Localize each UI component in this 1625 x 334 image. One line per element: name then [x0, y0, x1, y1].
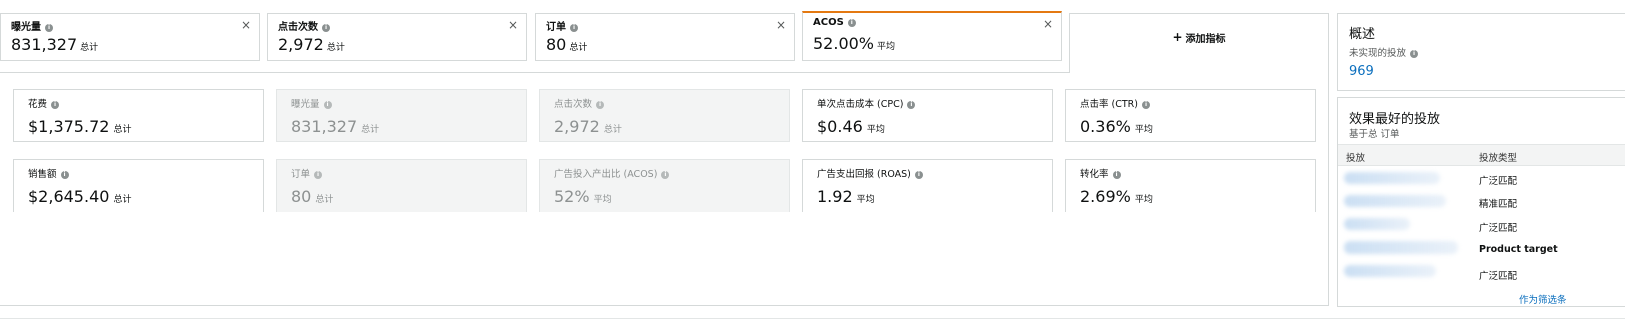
- info-icon[interactable]: i: [322, 24, 330, 32]
- info-icon[interactable]: i: [914, 171, 923, 179]
- card-orders[interactable]: 订单 i 80 总计: [276, 159, 527, 212]
- card-label: 转化率 i: [1080, 166, 1121, 180]
- plus-icon: +: [1172, 30, 1183, 44]
- info-icon[interactable]: i: [1141, 101, 1150, 109]
- table-row: 广泛匹配: [1479, 176, 1518, 187]
- redacted-target: [1344, 241, 1458, 254]
- unrealized-targets-count[interactable]: 969: [1349, 64, 1374, 79]
- info-icon[interactable]: i: [51, 101, 60, 109]
- table-row: 广泛匹配: [1479, 271, 1518, 282]
- metric-tile-acos[interactable]: ACOS i 52.00% 平均 ×: [802, 11, 1062, 61]
- tile-label: 曝光量 i: [11, 18, 53, 33]
- table-row: 广泛匹配: [1479, 223, 1518, 234]
- card-spend[interactable]: 花费 i $1,375.72 总计: [13, 89, 264, 142]
- table-header: 投放 投放类型: [1338, 144, 1625, 166]
- info-icon[interactable]: i: [323, 101, 332, 109]
- column-header-type[interactable]: 投放类型: [1479, 150, 1517, 164]
- bottom-divider: [0, 318, 1625, 319]
- card-value: $2,645.40 总计: [28, 187, 132, 206]
- use-as-filter-link[interactable]: 作为筛选条: [1519, 292, 1567, 306]
- card-cpc[interactable]: 单次点击成本 (CPC) i $0.46 平均: [802, 89, 1053, 142]
- card-label: 广告支出回报 (ROAS) i: [817, 166, 923, 180]
- card-label: 单次点击成本 (CPC) i: [817, 96, 916, 110]
- card-value: $1,375.72 总计: [28, 117, 132, 136]
- close-icon[interactable]: ×: [508, 18, 518, 32]
- add-metric-area: + 添加指标: [1069, 13, 1329, 73]
- info-icon[interactable]: i: [45, 24, 53, 32]
- table-row: Product target: [1479, 244, 1558, 255]
- card-value: 831,327 总计: [291, 117, 380, 136]
- card-label: 花费 i: [28, 96, 60, 110]
- tile-value: 80 总计: [546, 35, 588, 54]
- card-label: 订单 i: [291, 166, 323, 180]
- card-acos[interactable]: 广告投入产出比 (ACOS) i 52% 平均: [539, 159, 790, 212]
- tile-value: 52.00% 平均: [813, 34, 896, 53]
- close-icon[interactable]: ×: [776, 18, 786, 32]
- info-icon[interactable]: i: [596, 101, 605, 109]
- tile-label: ACOS i: [813, 17, 856, 28]
- close-icon[interactable]: ×: [1043, 17, 1053, 31]
- card-value: 1.92 平均: [817, 187, 875, 206]
- redacted-target: [1344, 172, 1440, 184]
- info-icon[interactable]: i: [661, 171, 670, 179]
- card-value: 2,972 总计: [554, 117, 622, 136]
- card-label: 销售额 i: [28, 166, 69, 180]
- best-targets-panel: 效果最好的投放 基于总 订单 投放 投放类型 广泛匹配 精准匹配 广泛匹配 Pr…: [1337, 97, 1625, 307]
- overview-title: 概述: [1349, 27, 1376, 42]
- info-icon[interactable]: i: [570, 24, 578, 32]
- info-icon[interactable]: i: [907, 101, 916, 109]
- info-icon[interactable]: i: [847, 19, 856, 27]
- tile-label: 点击次数 i: [278, 18, 330, 33]
- card-ctr[interactable]: 点击率 (CTR) i 0.36% 平均: [1065, 89, 1316, 142]
- overview-panel: 概述 未实现的投放 i 969: [1337, 13, 1625, 91]
- card-impressions[interactable]: 曝光量 i 831,327 总计: [276, 89, 527, 142]
- info-icon[interactable]: i: [314, 171, 323, 179]
- add-metric-label: 添加指标: [1185, 33, 1226, 45]
- metric-tile-impressions[interactable]: 曝光量 i 831,327 总计 ×: [0, 13, 260, 61]
- best-targets-subtitle: 基于总 订单: [1349, 129, 1400, 140]
- card-label: 广告投入产出比 (ACOS) i: [554, 166, 670, 180]
- close-icon[interactable]: ×: [241, 18, 251, 32]
- tile-value: 831,327 总计: [11, 35, 99, 54]
- card-roas[interactable]: 广告支出回报 (ROAS) i 1.92 平均: [802, 159, 1053, 212]
- add-metric-button[interactable]: + 添加指标: [1070, 14, 1328, 60]
- divider: [0, 72, 1069, 73]
- redacted-target: [1344, 265, 1436, 277]
- card-value: 80 总计: [291, 187, 334, 206]
- card-value: 52% 平均: [554, 187, 612, 206]
- card-sales[interactable]: 销售额 i $2,645.40 总计: [13, 159, 264, 212]
- tile-value: 2,972 总计: [278, 35, 345, 54]
- overview-subtitle: 未实现的投放 i: [1349, 45, 1419, 59]
- card-label: 点击率 (CTR) i: [1080, 96, 1150, 110]
- card-value: 2.69% 平均: [1080, 187, 1153, 206]
- card-label: 曝光量 i: [291, 96, 332, 110]
- card-value: $0.46 平均: [817, 117, 885, 136]
- metric-tile-orders[interactable]: 订单 i 80 总计 ×: [535, 13, 795, 61]
- info-icon[interactable]: i: [1410, 50, 1419, 58]
- redacted-target: [1344, 218, 1410, 230]
- info-icon[interactable]: i: [1112, 171, 1121, 179]
- card-label: 点击次数 i: [554, 96, 605, 110]
- card-value: 0.36% 平均: [1080, 117, 1153, 136]
- tile-label: 订单 i: [546, 18, 578, 33]
- column-header-target[interactable]: 投放: [1346, 150, 1365, 164]
- card-conversion-rate[interactable]: 转化率 i 2.69% 平均: [1065, 159, 1316, 212]
- info-icon[interactable]: i: [60, 171, 69, 179]
- best-targets-title: 效果最好的投放: [1349, 112, 1441, 127]
- redacted-target: [1344, 195, 1446, 207]
- metric-tile-clicks[interactable]: 点击次数 i 2,972 总计 ×: [267, 13, 527, 61]
- table-row: 精准匹配: [1479, 199, 1518, 210]
- card-clicks[interactable]: 点击次数 i 2,972 总计: [539, 89, 790, 142]
